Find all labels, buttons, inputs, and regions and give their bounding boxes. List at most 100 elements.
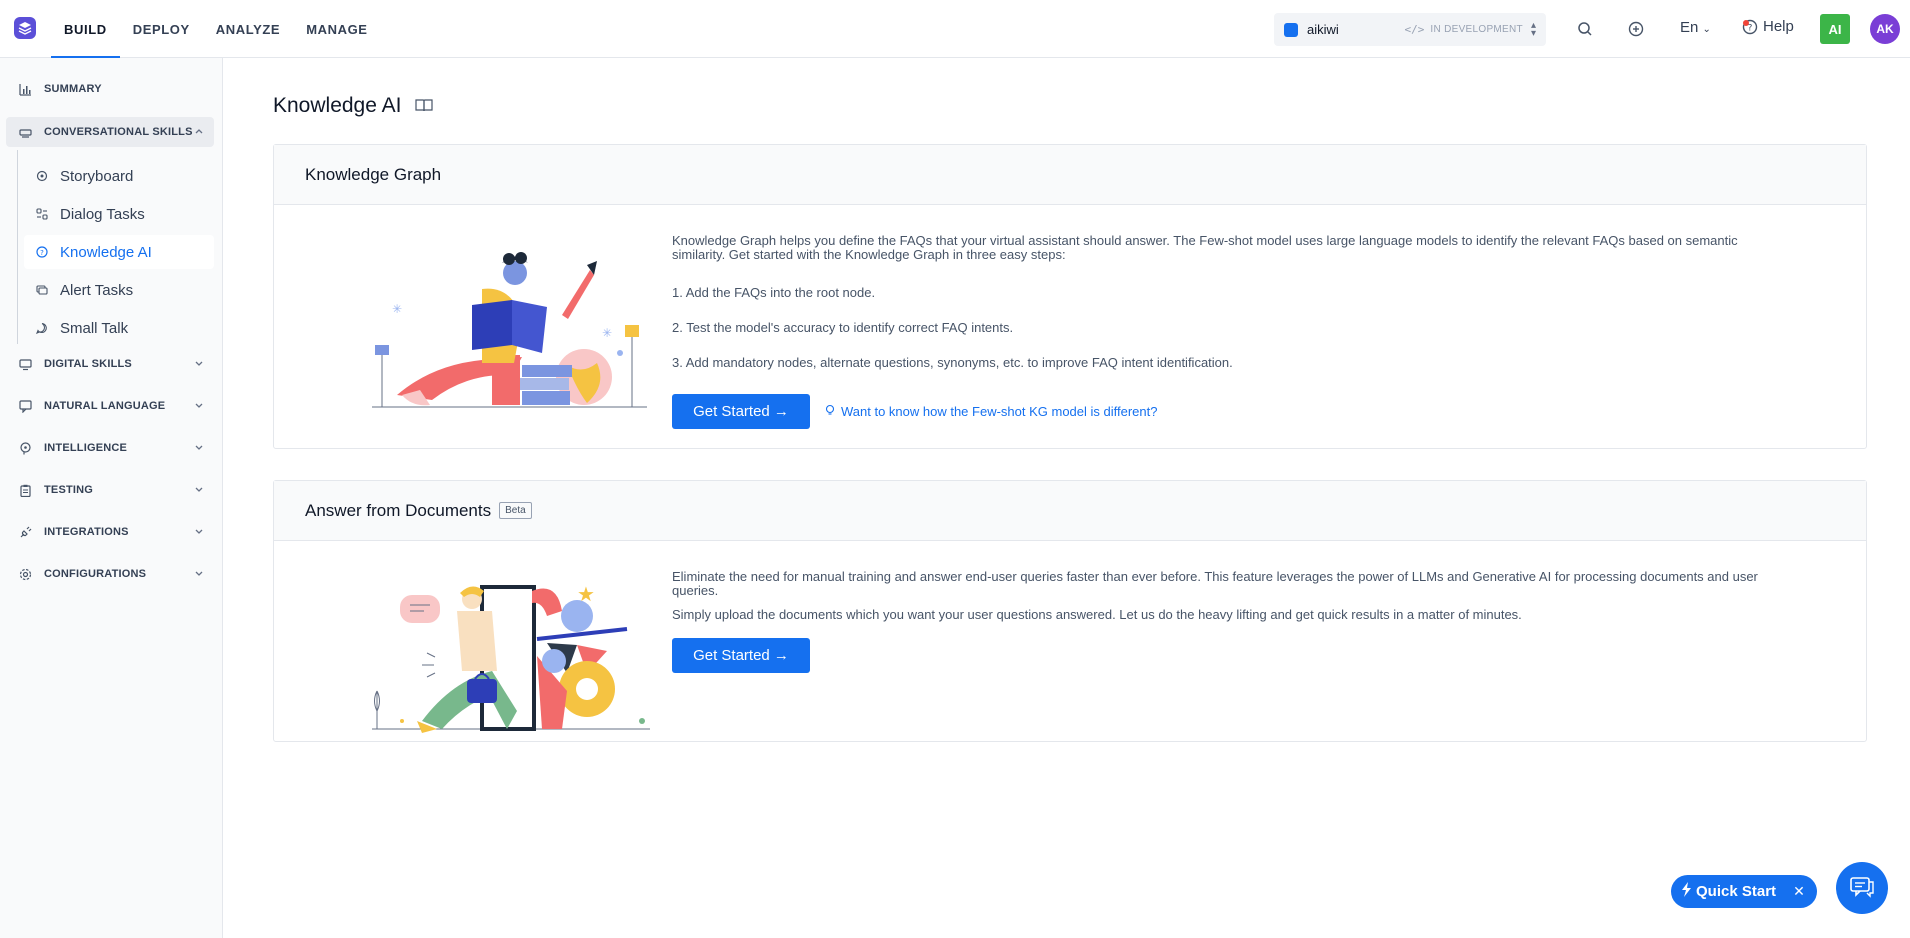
dialog-tasks-icon [36, 208, 48, 220]
lightning-icon [1681, 882, 1692, 901]
answer-from-documents-card: Answer from Documents Beta ★ Eliminate t… [273, 480, 1867, 742]
sidebar-item-label: DIGITAL SKILLS [44, 358, 132, 370]
brain-icon [18, 441, 32, 455]
card-title: Knowledge Graph [305, 164, 442, 184]
help-label: Help [1763, 18, 1794, 35]
sidebar-item-label: CONFIGURATIONS [44, 568, 147, 580]
language-selector[interactable]: En ⌄ [1680, 19, 1711, 36]
card-header: Knowledge Graph [274, 145, 1866, 205]
nav-manage[interactable]: MANAGE [293, 0, 380, 58]
nav-deploy-label: DEPLOY [132, 21, 190, 37]
quick-start-label: Quick Start [1696, 883, 1777, 900]
beta-badge: Beta [499, 502, 532, 519]
quick-start-button[interactable]: Quick Start ✕ [1671, 875, 1817, 908]
sidebar-item-configurations[interactable]: CONFIGURATIONS [6, 559, 214, 589]
sidebar-item-label: Dialog Tasks [60, 205, 145, 223]
submenu-guide-line [17, 150, 18, 344]
book-icon[interactable] [415, 94, 434, 118]
help-button[interactable]: ? Help [1742, 18, 1794, 35]
nav-build[interactable]: BUILD [51, 0, 120, 58]
sidebar-item-conversational-skills[interactable]: CONVERSATIONAL SKILLS [6, 117, 214, 147]
layers-logo-icon[interactable] [14, 17, 36, 39]
top-bar: BUILD DEPLOY ANALYZE MANAGE aikiwi </> I… [0, 0, 1910, 58]
natural-language-icon [18, 399, 32, 413]
knowledge-graph-illustration: ✳ ✳ [372, 245, 652, 420]
chevron-updown-icon: ▴ ▾ [1530, 19, 1536, 39]
settings-icon [18, 567, 32, 581]
sidebar-item-digital-skills[interactable]: DIGITAL SKILLS [6, 349, 214, 379]
sidebar-item-label: SUMMARY [44, 83, 102, 95]
sidebar-item-label: TESTING [44, 484, 94, 496]
kg-step-2: 2. Test the model's accuracy to identify… [672, 320, 1014, 335]
clipboard-icon [18, 483, 32, 497]
svg-text:✳: ✳ [602, 326, 612, 340]
kg-step-3: 3. Add mandatory nodes, alternate questi… [672, 355, 1233, 370]
sidebar-item-label: Storyboard [60, 167, 134, 185]
svg-text:★: ★ [577, 582, 595, 606]
nav-analyze-label: ANALYZE [215, 21, 281, 37]
chat-icon[interactable] [1836, 862, 1888, 914]
documents-description-2: Simply upload the documents which you wa… [672, 607, 1522, 622]
sidebar-item-intelligence[interactable]: INTELLIGENCE [6, 433, 214, 463]
nav-build-label: BUILD [64, 21, 107, 37]
few-shot-info-link-text: Want to know how the Few-shot KG model i… [841, 404, 1158, 419]
knowledge-graph-card: Knowledge Graph ✳ ✳ Knowledge Graph help… [273, 144, 1867, 449]
app-switcher[interactable]: aikiwi </> IN DEVELOPMENT ▴ ▾ [1274, 13, 1546, 46]
chevron-down-icon [194, 568, 204, 581]
knowledge-ai-icon: ? [36, 246, 48, 258]
sidebar-item-small-talk[interactable]: Small Talk [24, 311, 214, 345]
kg-get-started-button[interactable]: Get Started → [672, 394, 810, 429]
sidebar-item-alert-tasks[interactable]: Alert Tasks [24, 273, 214, 307]
svg-text:✳: ✳ [392, 302, 402, 316]
sidebar-item-natural-language[interactable]: NATURAL LANGUAGE [6, 391, 214, 421]
nav-deploy[interactable]: DEPLOY [120, 0, 203, 58]
sidebar-item-label: INTEGRATIONS [44, 526, 129, 538]
chevron-down-icon: ⌄ [1702, 24, 1711, 35]
sidebar-item-label: INTELLIGENCE [44, 442, 128, 454]
chevron-down-icon [194, 526, 204, 539]
documents-illustration: ★ [372, 561, 652, 741]
language-label: En [1680, 19, 1699, 36]
environment-label: IN DEVELOPMENT [1430, 24, 1523, 35]
avatar[interactable]: AK [1870, 14, 1900, 44]
sidebar-item-summary[interactable]: SUMMARY [6, 74, 214, 104]
svg-text:?: ? [40, 249, 44, 257]
chevron-down-icon [194, 442, 204, 455]
alert-tasks-icon [36, 284, 48, 296]
storyboard-icon [36, 170, 48, 182]
conversation-icon [18, 125, 32, 139]
sidebar-item-label: Knowledge AI [60, 243, 152, 261]
close-icon[interactable]: ✕ [1791, 883, 1807, 899]
sidebar-item-label: NATURAL LANGUAGE [44, 400, 166, 412]
ai-badge[interactable]: AI [1820, 14, 1850, 44]
chevron-down-icon [194, 358, 204, 371]
sidebar-item-testing[interactable]: TESTING [6, 475, 214, 505]
sidebar-item-storyboard[interactable]: Storyboard [24, 159, 214, 193]
notification-dot [1743, 20, 1749, 26]
page-title: Knowledge AI [273, 94, 434, 118]
small-talk-icon [36, 322, 48, 334]
card-title: Answer from Documents [305, 500, 492, 520]
documents-description: Eliminate the need for manual training a… [672, 569, 1758, 598]
kg-intro-text: Knowledge Graph helps you define the FAQ… [672, 233, 1738, 262]
bar-chart-icon [18, 82, 32, 96]
docs-get-started-button[interactable]: Get Started → [672, 638, 810, 673]
search-icon[interactable] [1574, 18, 1596, 40]
sidebar-item-label: CONVERSATIONAL SKILLS [44, 126, 193, 138]
chevron-down-icon [194, 484, 204, 497]
knowledge-graph-description: Knowledge Graph helps you define the FAQ… [672, 234, 1782, 262]
card-header: Answer from Documents Beta [274, 481, 1866, 541]
nav-analyze[interactable]: ANALYZE [203, 0, 293, 58]
plus-circle-icon[interactable] [1625, 18, 1647, 40]
page-title-text: Knowledge AI [273, 94, 402, 117]
chevron-down-icon [194, 400, 204, 413]
monitor-icon [18, 357, 32, 371]
kg-step-1: 1. Add the FAQs into the root node. [672, 285, 876, 300]
sidebar: SUMMARY CONVERSATIONAL SKILLS Storyboard… [0, 58, 223, 938]
sidebar-item-dialog-tasks[interactable]: Dialog Tasks [24, 197, 214, 231]
main-content: Knowledge AI Knowledge Graph ✳ ✳ Knowled… [223, 58, 1910, 938]
sidebar-item-knowledge-ai[interactable]: ? Knowledge AI [24, 235, 214, 269]
sidebar-item-integrations[interactable]: INTEGRATIONS [6, 517, 214, 547]
nav-manage-label: MANAGE [306, 21, 368, 37]
few-shot-info-link[interactable]: Want to know how the Few-shot KG model i… [825, 404, 1157, 419]
